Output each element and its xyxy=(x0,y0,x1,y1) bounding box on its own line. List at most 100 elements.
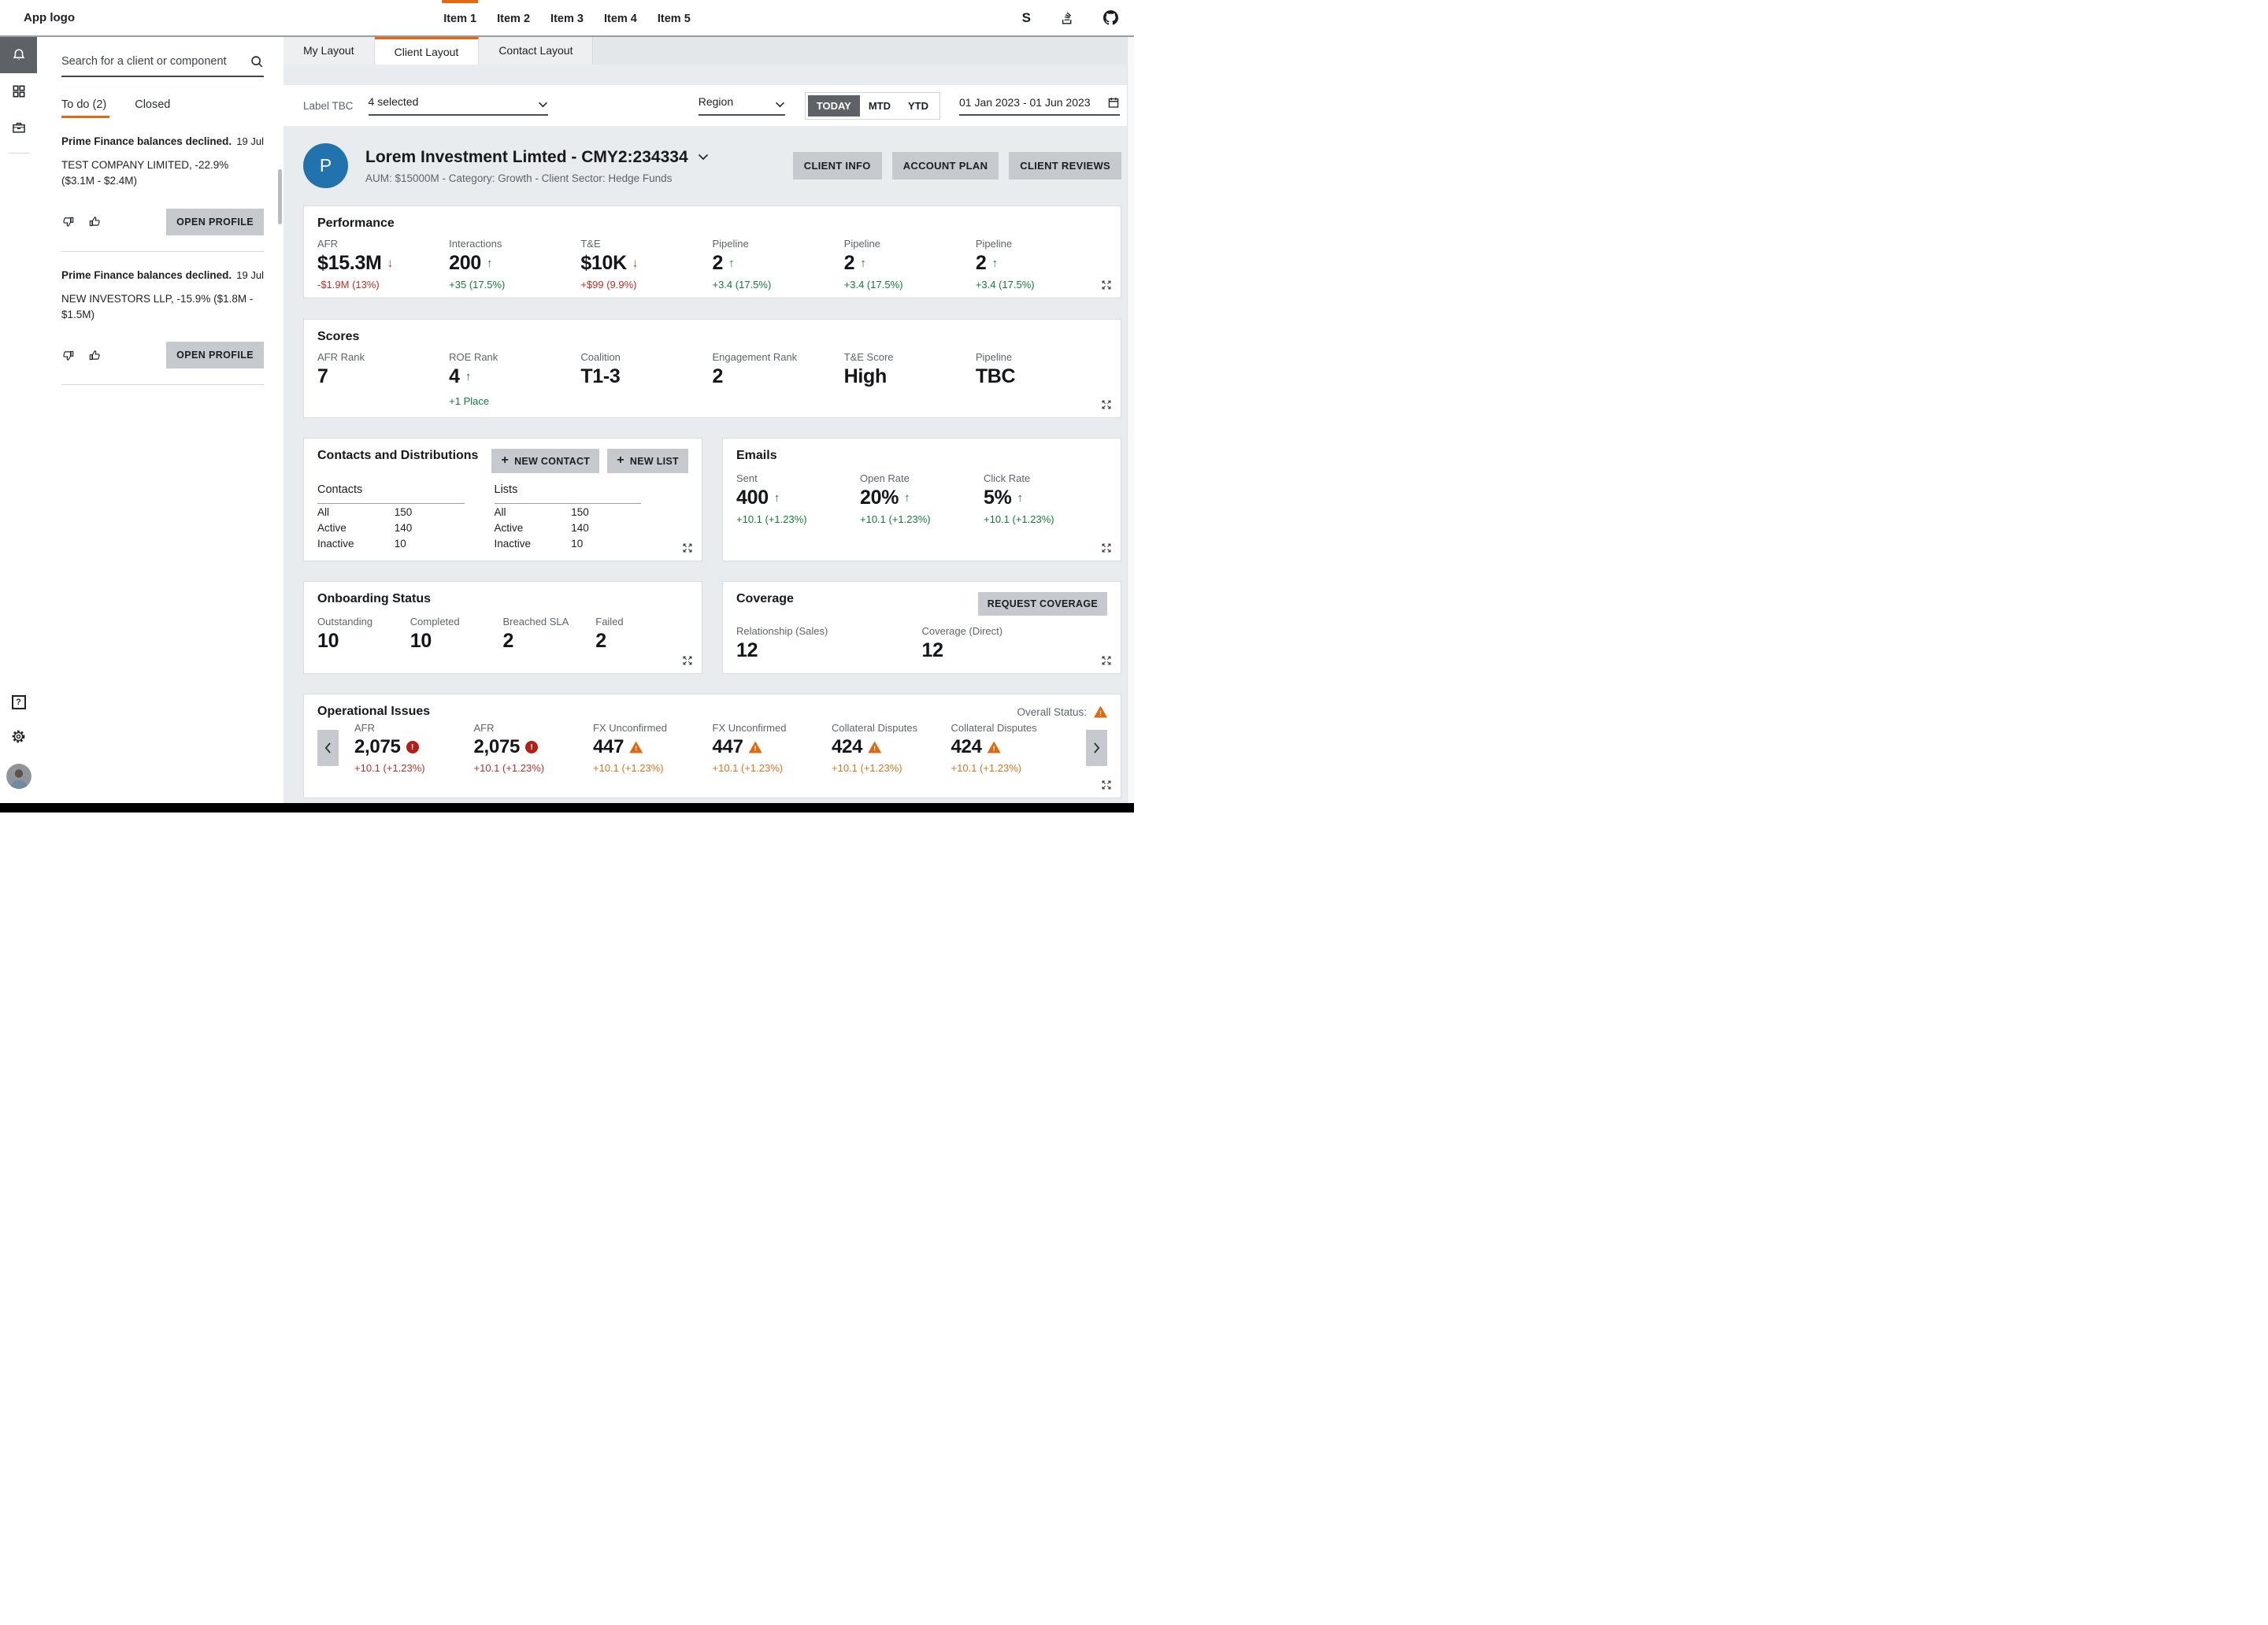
account-plan-button[interactable]: ACCOUNT PLAN xyxy=(892,152,999,180)
help-icon[interactable]: ? xyxy=(12,695,26,709)
table-row: Active140 xyxy=(317,520,465,535)
chevron-down-icon xyxy=(538,102,548,108)
region-dropdown[interactable]: Region xyxy=(699,95,785,116)
briefcase-icon xyxy=(11,120,27,135)
table-row: All150 xyxy=(495,504,642,520)
search-icon[interactable] xyxy=(250,54,264,68)
thumbs-down-icon[interactable] xyxy=(61,349,75,362)
filter-bar: Label TBC 4 selected Region TODAY MTD YT… xyxy=(284,85,1134,126)
nav-item-3[interactable]: Item 3 xyxy=(540,0,594,35)
notifications-rail-button[interactable] xyxy=(0,37,37,73)
thumbs-down-icon[interactable] xyxy=(61,215,75,228)
rail-bottom: ? xyxy=(6,695,32,811)
period-mtd[interactable]: MTD xyxy=(860,95,899,117)
metric: Coalition T1-3 xyxy=(580,351,712,407)
notification-card: Prime Finance balances declined... 19 Ju… xyxy=(61,269,264,369)
expand-icon[interactable] xyxy=(1101,779,1112,790)
metric: Pipeline 2↑ +3.4 (17.5%) xyxy=(713,238,844,291)
trend-arrow-icon: ↑ xyxy=(860,257,866,270)
main-scrollbar[interactable] xyxy=(1127,37,1134,811)
new-list-button[interactable]: +NEW LIST xyxy=(607,449,688,473)
notification-date: 19 Jul xyxy=(236,135,264,147)
metric: T&E $10K↓ +$99 (9.9%) xyxy=(580,238,712,291)
user-avatar[interactable] xyxy=(6,764,32,789)
new-contact-button[interactable]: +NEW CONTACT xyxy=(491,449,599,473)
expand-icon[interactable] xyxy=(682,542,693,553)
card-title: Contacts and Distributions xyxy=(317,449,478,463)
emails-card: Emails Sent 400↑ +10.1 (+1.23%) Open Rat… xyxy=(722,438,1121,561)
top-bar: App logo Item 1 Item 2 Item 3 Item 4 Ite… xyxy=(0,0,1134,37)
portfolio-rail-button[interactable] xyxy=(0,109,37,146)
carousel-next-button[interactable] xyxy=(1086,730,1107,766)
open-profile-button[interactable]: OPEN PROFILE xyxy=(166,342,264,368)
panel-scrollbar[interactable] xyxy=(278,169,282,224)
notification-date: 19 Jul xyxy=(236,269,264,281)
bottom-bar xyxy=(0,803,1134,812)
request-coverage-button[interactable]: REQUEST COVERAGE xyxy=(978,592,1107,616)
tab-contact-layout[interactable]: Contact Layout xyxy=(479,37,593,65)
thumbs-up-icon[interactable] xyxy=(88,349,102,362)
coverage-card: Coverage REQUEST COVERAGE Relationship (… xyxy=(722,581,1121,674)
client-info-button[interactable]: CLIENT INFO xyxy=(793,152,882,180)
settings-gear-icon[interactable] xyxy=(11,729,26,744)
nav-item-1[interactable]: Item 1 xyxy=(433,0,487,35)
rail-divider xyxy=(9,153,29,154)
tab-my-layout[interactable]: My Layout xyxy=(284,37,375,65)
expand-icon[interactable] xyxy=(1101,542,1112,553)
metric: Collateral Disputes 424 +10.1 (+1.23%) xyxy=(951,722,1071,774)
tab-client-layout[interactable]: Client Layout xyxy=(375,37,480,65)
expand-icon[interactable] xyxy=(1101,399,1112,410)
chevron-down-icon xyxy=(775,102,785,108)
nav-item-5[interactable]: Item 5 xyxy=(647,0,701,35)
divider xyxy=(61,251,264,252)
client-reviews-button[interactable]: CLIENT REVIEWS xyxy=(1009,152,1121,180)
metric: Interactions 200↑ +35 (17.5%) xyxy=(449,238,580,291)
table-row: All150 xyxy=(317,504,465,520)
warning-badge-icon xyxy=(629,742,643,753)
main-content: My Layout Client Layout Contact Layout L… xyxy=(284,37,1134,811)
metric: Open Rate 20%↑ +10.1 (+1.23%) xyxy=(860,472,984,525)
trend-arrow-icon: ↓ xyxy=(632,257,639,270)
multiselect-dropdown[interactable]: 4 selected xyxy=(369,95,548,116)
panel-tabs: To do (2) Closed xyxy=(61,98,284,118)
notification-title: Prime Finance balances declined... xyxy=(61,135,232,147)
carousel-prev-button[interactable] xyxy=(317,730,339,766)
expand-icon[interactable] xyxy=(1101,655,1112,666)
apps-rail-button[interactable] xyxy=(0,73,37,109)
nav-item-4[interactable]: Item 4 xyxy=(594,0,647,35)
metric: AFR Rank 7 xyxy=(317,351,449,407)
date-range-picker[interactable]: 01 Jan 2023 - 01 Jun 2023 xyxy=(959,96,1120,116)
grid-icon xyxy=(11,83,27,99)
github-icon[interactable] xyxy=(1103,10,1118,25)
period-today[interactable]: TODAY xyxy=(808,95,860,117)
tab-closed[interactable]: Closed xyxy=(135,98,170,118)
tab-todo[interactable]: To do (2) xyxy=(61,98,106,118)
plus-icon: + xyxy=(501,454,509,467)
card-title: Emails xyxy=(736,449,1107,463)
metric: Breached SLA 2 xyxy=(503,616,596,653)
metric: FX Unconfirmed 447 +10.1 (+1.23%) xyxy=(713,722,832,774)
metric: Pipeline 2↑ +3.4 (17.5%) xyxy=(844,238,976,291)
top-nav: Item 1 Item 2 Item 3 Item 4 Item 5 xyxy=(433,0,701,35)
filter-label: Label TBC xyxy=(303,100,354,112)
trend-arrow-icon: ↑ xyxy=(465,370,472,383)
metric: Engagement Rank 2 xyxy=(713,351,844,407)
client-avatar: P xyxy=(303,143,348,188)
stackoverflow-icon[interactable] xyxy=(1060,11,1074,25)
nav-item-2[interactable]: Item 2 xyxy=(487,0,540,35)
metric: Failed 2 xyxy=(595,616,688,653)
expand-icon[interactable] xyxy=(1101,279,1112,291)
chevron-down-icon[interactable] xyxy=(698,154,709,161)
warning-badge-icon xyxy=(868,742,881,753)
search-input[interactable] xyxy=(61,55,250,68)
notification-title: Prime Finance balances declined... xyxy=(61,269,232,281)
metric: Pipeline TBC xyxy=(976,351,1107,407)
metric: AFR 2,075 +10.1 (+1.23%) xyxy=(354,722,474,774)
period-ytd[interactable]: YTD xyxy=(899,95,937,117)
onboarding-card: Onboarding Status Outstanding 10 Complet… xyxy=(303,581,702,674)
thumbs-up-icon[interactable] xyxy=(88,215,102,228)
expand-icon[interactable] xyxy=(682,655,693,666)
open-profile-button[interactable]: OPEN PROFILE xyxy=(166,209,264,235)
skype-icon[interactable]: S xyxy=(1022,10,1031,26)
period-toggle: TODAY MTD YTD xyxy=(805,92,940,120)
